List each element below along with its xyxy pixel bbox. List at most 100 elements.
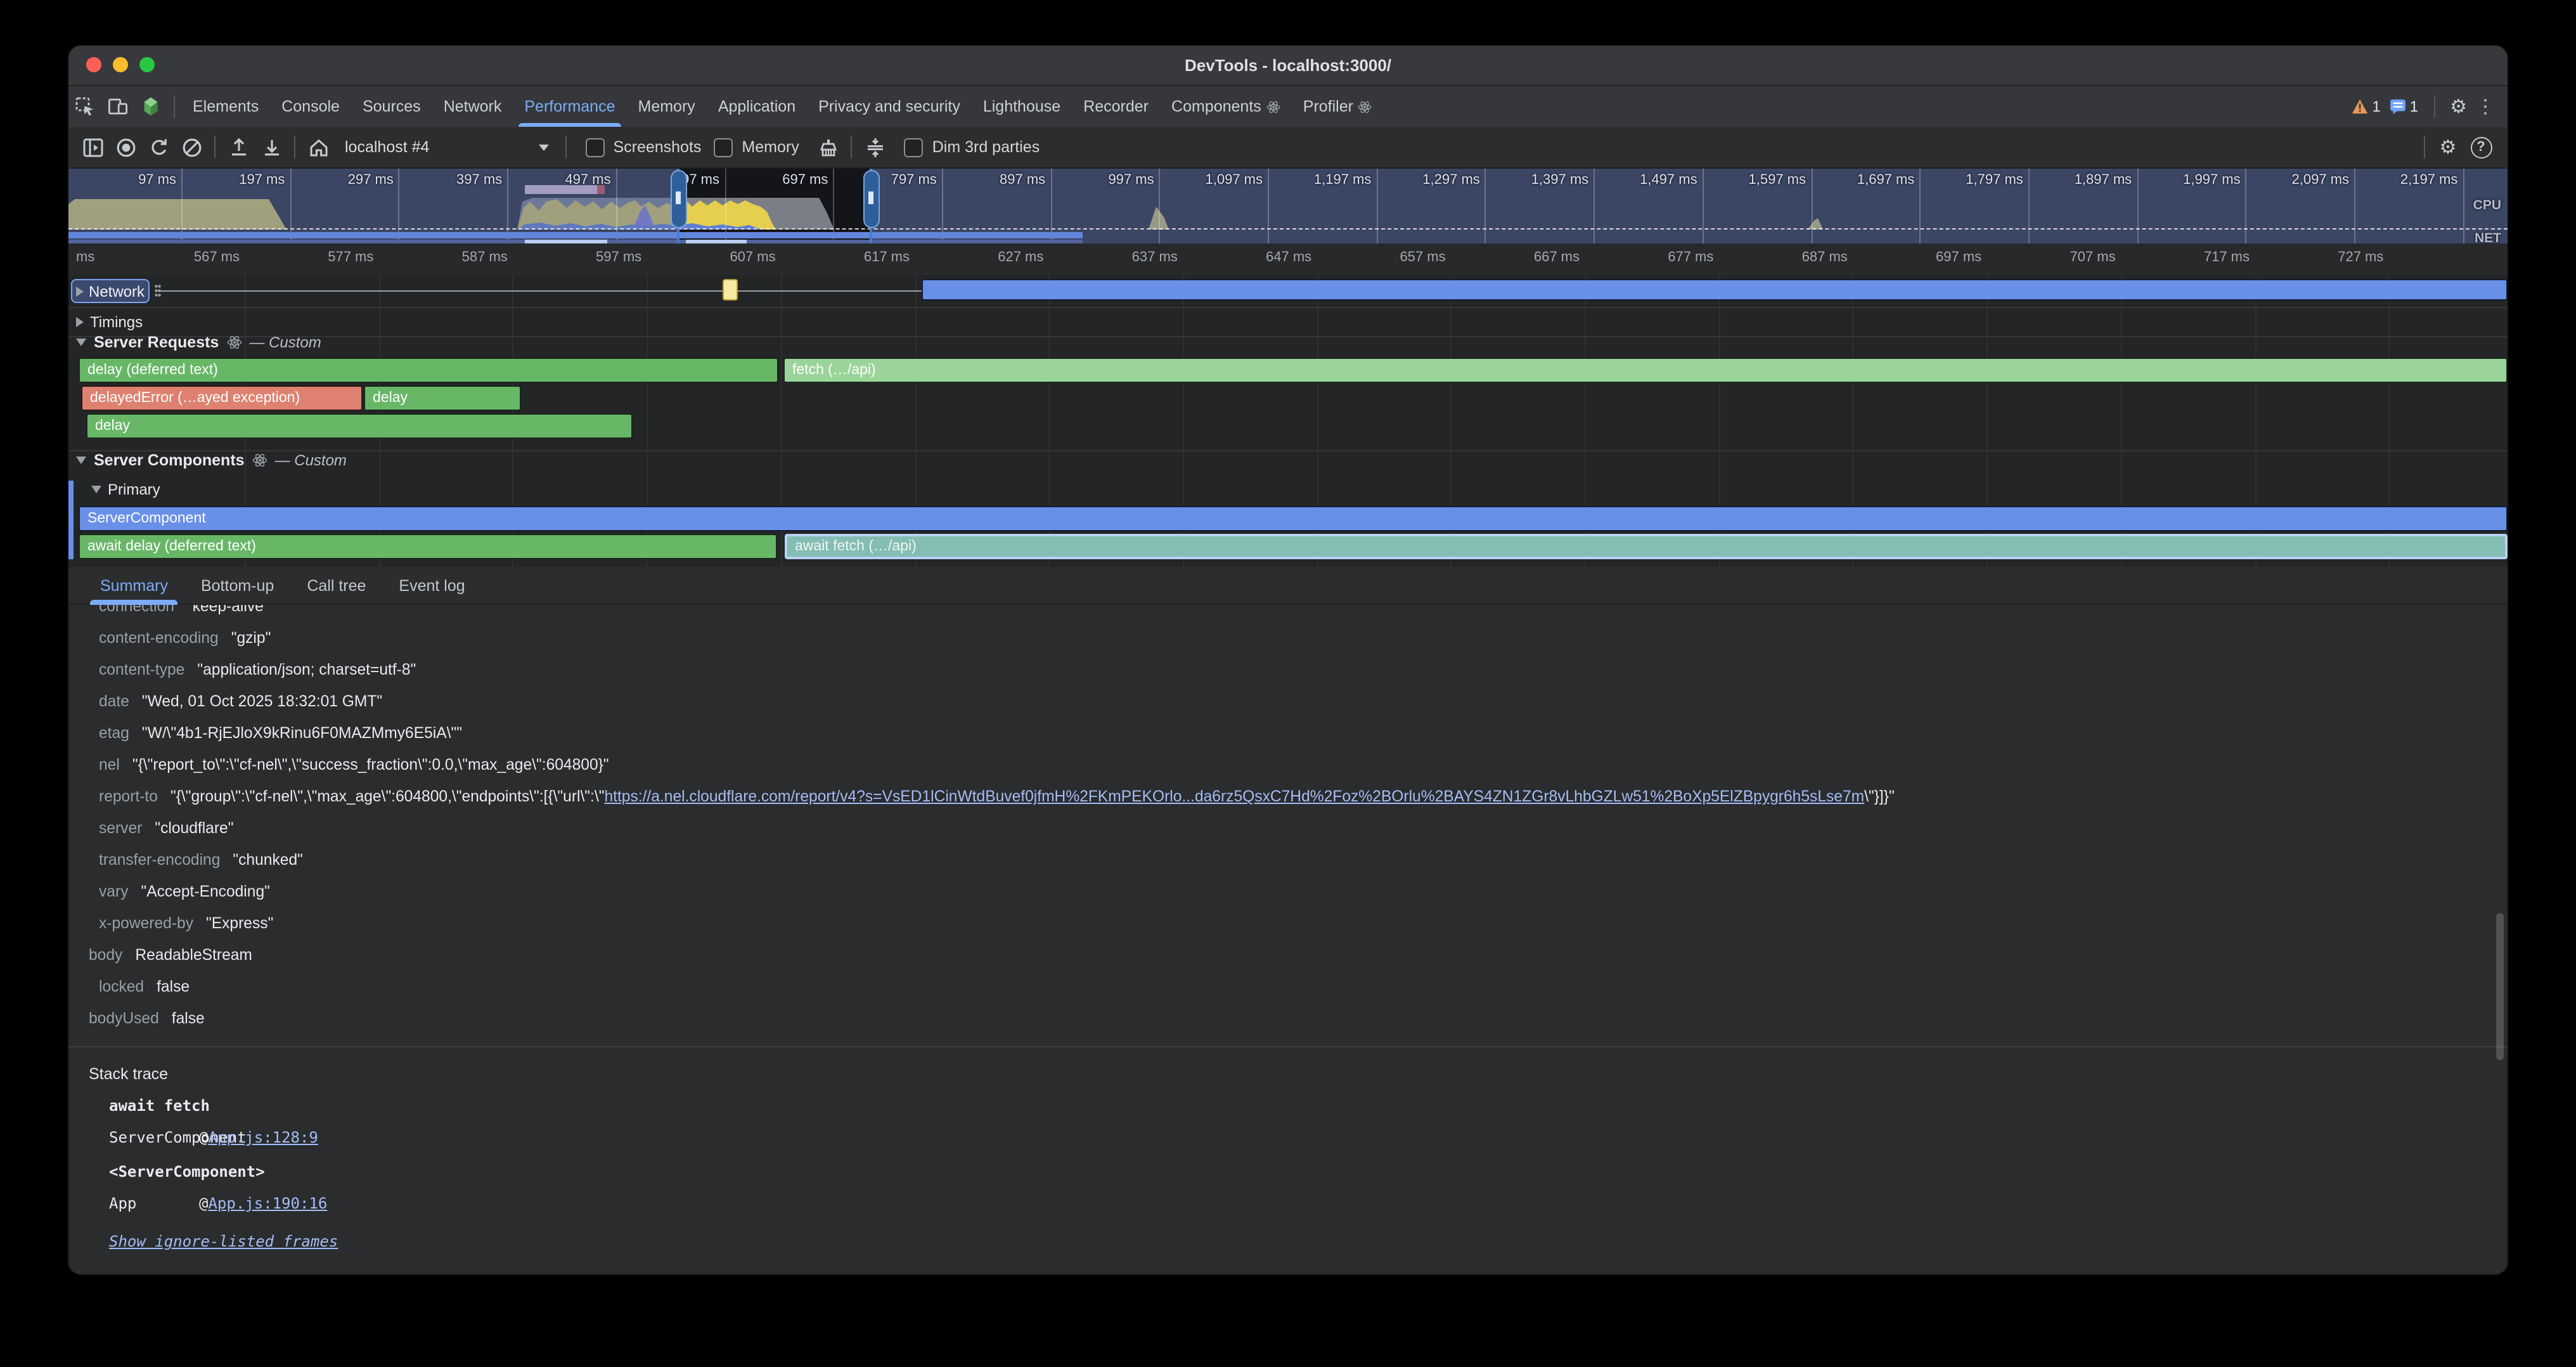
profile-select[interactable]: localhost #4 <box>335 138 558 156</box>
property-value: false <box>157 978 190 995</box>
server-requests-title: Server Requests <box>94 334 219 351</box>
tab-recorder[interactable]: Recorder <box>1072 86 1160 127</box>
tab-privacy-and-security[interactable]: Privacy and security <box>807 86 972 127</box>
property-value: "application/json; charset=utf-8" <box>197 661 416 678</box>
tab-memory[interactable]: Memory <box>627 86 707 127</box>
load-profile-icon[interactable] <box>222 131 255 164</box>
memory-checkbox[interactable] <box>714 138 733 157</box>
collapse-server-components-icon[interactable] <box>76 457 86 464</box>
collapse-server-requests-icon[interactable] <box>76 339 86 346</box>
property-content-type: content-type"application/json; charset=u… <box>68 654 2508 686</box>
screen: DevTools - localhost:3000/ ElementsConso… <box>0 0 2576 1367</box>
timeline-entry-delay-deferred-text-[interactable]: delay (deferred text) <box>79 358 778 383</box>
react-atom-icon <box>1266 100 1280 113</box>
track-network[interactable]: Network <box>71 279 150 303</box>
settings-gear-icon[interactable]: ⚙ <box>2450 97 2467 116</box>
frame-function: await fetch <box>109 1091 210 1122</box>
tab-profiler[interactable]: Profiler <box>1292 86 1384 127</box>
timeline-entry-delay[interactable]: delay <box>364 385 521 411</box>
track-server-requests[interactable]: Server Requests — Custom <box>76 334 321 351</box>
ruler-ms-label: ms <box>76 250 94 265</box>
property-key: nel <box>99 756 120 774</box>
details-tab-call-tree[interactable]: Call tree <box>293 566 380 604</box>
timeline-entry-await-fetch-api-[interactable]: await fetch (…/api) <box>785 534 2508 559</box>
report-url-link[interactable]: https://a.nel.cloudflare.com/report/v4?s… <box>604 787 1864 805</box>
garbage-collect-icon[interactable] <box>812 131 845 164</box>
property-server: server"cloudflare" <box>68 813 2508 845</box>
timeline-overview[interactable]: 97 ms197 ms297 ms397 ms497 ms597 ms697 m… <box>68 169 2508 243</box>
ruler-time-label: 727 ms <box>2279 250 2383 265</box>
selection-left-handle[interactable] <box>670 170 686 228</box>
timeline-entry-delay[interactable]: delay <box>86 413 633 439</box>
timeline-entry-fetch-api-[interactable]: fetch (…/api) <box>783 358 2508 383</box>
timeline-entry-delayederror-ayed-exception-[interactable]: delayedError (…ayed exception) <box>81 385 363 411</box>
tab-sources[interactable]: Sources <box>351 86 432 127</box>
warnings-badge[interactable]: 1 <box>2352 98 2380 115</box>
dim-3rd-parties-checkbox[interactable] <box>905 138 924 157</box>
details-tab-event-log[interactable]: Event log <box>385 566 479 604</box>
track-timings[interactable]: Timings <box>76 313 143 331</box>
overview-time-label: 1,397 ms <box>1484 172 1588 188</box>
details-scrollbar[interactable] <box>2496 913 2504 1060</box>
timeline-entry-await-delay-deferred-text-[interactable]: await delay (deferred text) <box>79 534 777 559</box>
details-tab-summary[interactable]: Summary <box>86 566 182 604</box>
ruler-time-label: 667 ms <box>1476 250 1580 265</box>
timeline-tracks: Network Timings Server Requests — Cus <box>68 275 2508 567</box>
track-server-components[interactable]: Server Components — Custom <box>76 451 347 469</box>
overview-gridline <box>2463 169 2464 243</box>
property-value: "gzip" <box>231 629 271 647</box>
property-value: "keep-alive" <box>187 605 269 615</box>
expand-timings-icon[interactable] <box>76 317 84 327</box>
react-atom-icon <box>252 453 267 468</box>
divider <box>294 136 295 159</box>
save-profile-icon[interactable] <box>255 131 288 164</box>
title-bar: DevTools - localhost:3000/ <box>68 46 2508 86</box>
tab-elements[interactable]: Elements <box>181 86 270 127</box>
help-icon[interactable]: ? <box>2464 131 2497 164</box>
device-toolbar-icon[interactable] <box>101 86 134 127</box>
property-value: "Express" <box>206 914 273 932</box>
inspect-element-icon[interactable] <box>68 86 101 127</box>
overview-time-label: 1,097 ms <box>1159 172 1263 188</box>
collapse-primary-icon[interactable] <box>91 486 101 493</box>
property-key: body <box>89 946 122 964</box>
overview-time-label: 97 ms <box>72 172 176 188</box>
ruler-time-label: 687 ms <box>1744 250 1848 265</box>
property-key: x-powered-by <box>99 914 193 932</box>
timeline-entry[interactable] <box>723 279 738 301</box>
expand-network-icon[interactable] <box>76 286 84 296</box>
track-primary[interactable]: Primary <box>91 481 160 498</box>
ruler-time-label: 657 ms <box>1342 250 1446 265</box>
capture-settings-gear-icon[interactable]: ⚙ <box>2431 131 2464 164</box>
selection-right-handle[interactable] <box>863 170 879 228</box>
ruler-time-label: 707 ms <box>2012 250 2116 265</box>
record-icon[interactable] <box>109 131 142 164</box>
tab-network[interactable]: Network <box>432 86 513 127</box>
tab-components[interactable]: Components <box>1160 86 1292 127</box>
source-location-link[interactable]: App.js:128:9 <box>208 1122 318 1154</box>
timeline-entry[interactable] <box>922 279 2508 301</box>
summary-details-pane: connection"keep-alive"content-encoding"g… <box>68 605 2508 1274</box>
collapse-icon[interactable] <box>859 131 892 164</box>
issues-badge[interactable]: 1 <box>2390 98 2418 115</box>
tab-performance[interactable]: Performance <box>513 86 626 127</box>
reload-record-icon[interactable] <box>142 131 175 164</box>
show-ignore-listed-frames-link[interactable]: Show ignore-listed frames <box>109 1226 338 1258</box>
screenshots-checkbox[interactable] <box>585 138 604 157</box>
details-tab-bottom-up[interactable]: Bottom-up <box>187 566 288 604</box>
kebab-menu-icon[interactable]: ⋮ <box>2476 97 2495 116</box>
tab-lighthouse[interactable]: Lighthouse <box>972 86 1072 127</box>
clear-icon[interactable] <box>175 131 208 164</box>
property-value: "{\"report_to\":\"cf-nel\",\"success_fra… <box>132 756 609 774</box>
home-icon[interactable] <box>302 131 335 164</box>
toggle-sidebar-icon[interactable] <box>76 131 109 164</box>
detail-time-ruler[interactable]: ms 567 ms577 ms587 ms597 ms607 ms617 ms6… <box>68 243 2508 276</box>
divider <box>2424 136 2425 159</box>
cpu-label: CPU <box>2473 198 2501 213</box>
timeline-entry-servercomponent[interactable]: ServerComponent <box>79 506 2508 531</box>
extension-icon[interactable] <box>134 86 167 127</box>
tab-console[interactable]: Console <box>270 86 351 127</box>
ruler-time-label: 617 ms <box>806 250 910 265</box>
tab-application[interactable]: Application <box>707 86 807 127</box>
source-location-link[interactable]: App.js:190:16 <box>208 1188 327 1220</box>
